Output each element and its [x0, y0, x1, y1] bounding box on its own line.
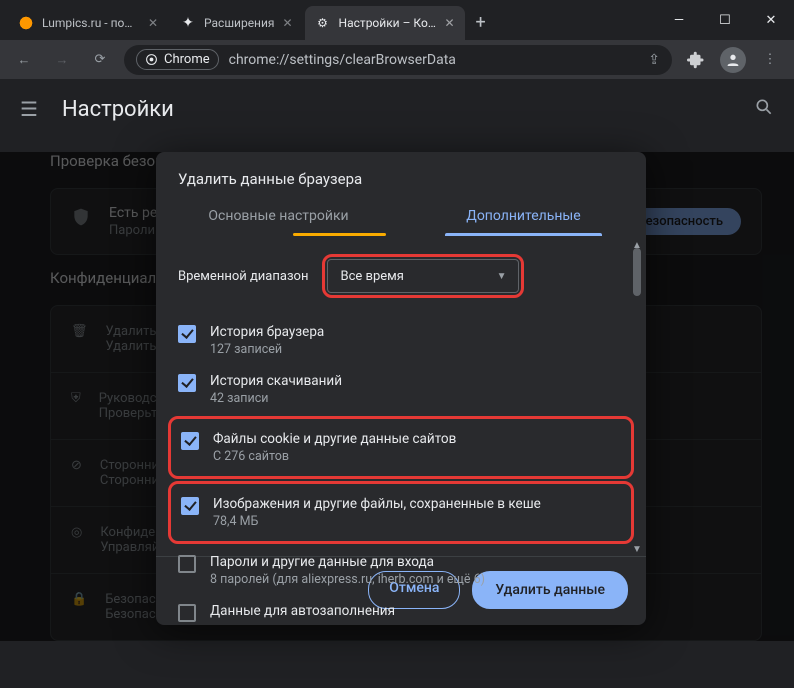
- time-range-select[interactable]: Все время ▼: [327, 259, 519, 293]
- menu-icon[interactable]: ☰: [20, 97, 38, 121]
- close-icon[interactable]: ✕: [444, 16, 454, 30]
- page-title: Настройки: [62, 97, 174, 122]
- scroll-down-icon[interactable]: ▼: [631, 544, 643, 556]
- tab-extensions[interactable]: ✦ Расширения ✕: [170, 6, 303, 40]
- time-range-row: Временной диапазон Все время ▼: [178, 254, 624, 298]
- tab-settings[interactable]: ⚙ Настройки – Кон… ✕: [305, 6, 465, 40]
- close-icon[interactable]: ✕: [282, 16, 292, 30]
- maximize-button[interactable]: ☐: [702, 0, 748, 40]
- url-text: chrome://settings/clearBrowserData: [229, 52, 456, 68]
- checkbox[interactable]: [178, 374, 196, 392]
- option-label: История браузера: [210, 324, 324, 340]
- new-tab-button[interactable]: +: [467, 6, 495, 40]
- menu-button[interactable]: ⋮: [756, 46, 784, 74]
- scrollbar[interactable]: ▲ ▼: [630, 244, 644, 552]
- clear-data-dialog: Удалить данные браузера Основные настрой…: [156, 152, 646, 625]
- favicon-lumpics: [18, 15, 34, 31]
- window-controls: ― ☐ ✕: [656, 0, 794, 40]
- option-row[interactable]: Файлы cookie и другие данные сайтов С 276…: [181, 423, 621, 472]
- option-label: Изображения и другие файлы, сохраненные …: [213, 496, 541, 512]
- option-label: История скачиваний: [210, 373, 342, 389]
- chrome-pill-label: Chrome: [164, 52, 210, 67]
- chrome-pill: Chrome: [136, 49, 219, 70]
- checkbox[interactable]: [181, 497, 199, 515]
- time-range-label: Временной диапазон: [178, 269, 308, 284]
- checkbox[interactable]: [178, 325, 196, 343]
- address-bar[interactable]: Chrome chrome://settings/clearBrowserDat…: [124, 45, 672, 75]
- gear-icon: ⚙: [315, 15, 331, 31]
- option-row[interactable]: Данные для автозаполнения: [178, 595, 624, 630]
- tab-basic[interactable]: Основные настройки: [156, 196, 401, 236]
- dialog-title: Удалить данные браузера: [156, 152, 646, 192]
- close-icon[interactable]: ✕: [148, 16, 158, 30]
- chrome-icon: [145, 53, 158, 66]
- highlight-option: Изображения и другие файлы, сохраненные …: [168, 481, 634, 544]
- option-subtext: 8 паролей (для aliexpress.ru, iherb.com …: [210, 572, 485, 587]
- checkbox[interactable]: [181, 432, 199, 450]
- forward-button[interactable]: →: [48, 46, 76, 74]
- option-row[interactable]: Пароли и другие данные для входа 8 пароле…: [178, 546, 624, 595]
- dialog-body: ▲ ▼ Временной диапазон Все время ▼ Истор…: [156, 236, 646, 556]
- option-subtext: 42 записи: [210, 391, 342, 406]
- tab-label: Расширения: [204, 16, 274, 30]
- checkbox[interactable]: [178, 555, 196, 573]
- browser-tabstrip: Lumpics.ru - пом… ✕ ✦ Расширения ✕ ⚙ Нас…: [0, 0, 794, 40]
- tab-advanced[interactable]: Дополнительные: [401, 196, 646, 236]
- settings-header: ☰ Настройки: [0, 80, 794, 138]
- highlight-time-range: Все время ▼: [322, 254, 524, 298]
- checkbox[interactable]: [178, 604, 196, 622]
- time-range-value: Все время: [340, 269, 403, 284]
- option-row[interactable]: История скачиваний 42 записи: [178, 365, 624, 414]
- minimize-button[interactable]: ―: [656, 0, 702, 40]
- close-window-button[interactable]: ✕: [748, 0, 794, 40]
- tab-lumpics[interactable]: Lumpics.ru - пом… ✕: [8, 6, 168, 40]
- option-label: Пароли и другие данные для входа: [210, 554, 485, 570]
- profile-button[interactable]: [720, 47, 746, 73]
- option-label: Данные для автозаполнения: [210, 603, 395, 619]
- option-label: Файлы cookie и другие данные сайтов: [213, 431, 456, 447]
- tab-label: Настройки – Кон…: [339, 16, 437, 30]
- scroll-thumb[interactable]: [633, 248, 641, 296]
- toolbar: ← → ⟳ Chrome chrome://settings/clearBrow…: [0, 40, 794, 80]
- dialog-tabs: Основные настройки Дополнительные: [156, 192, 646, 236]
- share-icon[interactable]: ⇪: [648, 52, 660, 68]
- option-subtext: 127 записей: [210, 342, 324, 357]
- option-row[interactable]: Изображения и другие файлы, сохраненные …: [181, 488, 621, 537]
- tab-label: Lumpics.ru - пом…: [42, 16, 140, 30]
- chevron-down-icon: ▼: [497, 271, 507, 282]
- search-icon[interactable]: [754, 97, 774, 121]
- back-button[interactable]: ←: [10, 46, 38, 74]
- highlight-option: Файлы cookie и другие данные сайтов С 276…: [168, 416, 634, 479]
- option-subtext: С 276 сайтов: [213, 449, 456, 464]
- option-subtext: 78,4 МБ: [213, 514, 541, 529]
- option-row[interactable]: История браузера 127 записей: [178, 316, 624, 365]
- extensions-icon: ✦: [180, 15, 196, 31]
- extensions-button[interactable]: [682, 46, 710, 74]
- reload-button[interactable]: ⟳: [86, 46, 114, 74]
